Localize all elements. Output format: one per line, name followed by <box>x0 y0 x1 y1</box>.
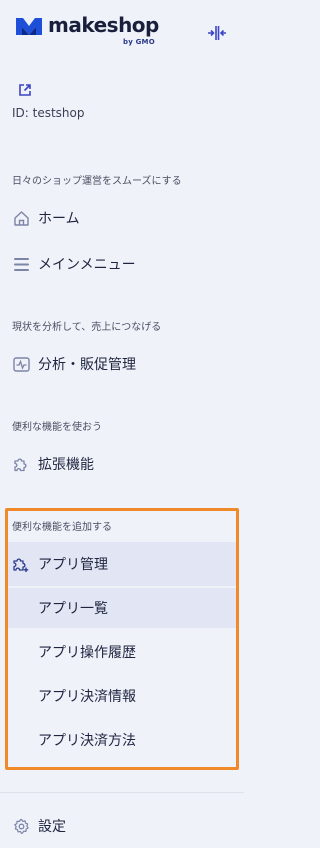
section-title-apps: 便利な機能を追加する <box>12 522 112 533</box>
collapse-icon <box>208 26 226 40</box>
section-title-analysis: 現状を分析して、売上につなげる <box>12 322 162 333</box>
nav-subitem-app-payment-method[interactable]: アプリ決済方法 <box>8 720 236 760</box>
nav-subitem-app-payment-info[interactable]: アプリ決済情報 <box>8 676 236 716</box>
nav-item-settings[interactable]: 設定 <box>0 804 244 848</box>
collapse-sidebar-button[interactable] <box>206 22 228 44</box>
section-title-daily: 日々のショップ運営をスムーズにする <box>12 176 182 187</box>
external-link-icon[interactable] <box>17 82 33 98</box>
nav-subitem-app-payment-info-label: アプリ決済情報 <box>38 689 136 705</box>
nav-item-app-manage-label: アプリ管理 <box>38 557 108 573</box>
nav-subitem-app-payment-method-label: アプリ決済方法 <box>38 733 136 749</box>
home-icon <box>12 209 30 227</box>
nav-item-home-label: ホーム <box>38 211 80 227</box>
nav-item-home[interactable]: ホーム <box>0 196 244 240</box>
shop-id: ID: testshop <box>12 106 85 120</box>
makeshop-logo-icon <box>16 18 42 35</box>
brand-logo[interactable]: makeshop by GMO <box>16 12 230 48</box>
nav-item-main-menu[interactable]: メインメニュー <box>0 242 244 286</box>
chart-icon <box>12 355 30 373</box>
brand-name: makeshop <box>48 13 159 37</box>
puzzle-icon <box>12 455 30 473</box>
nav-item-settings-label: 設定 <box>38 819 66 835</box>
nav-subitem-app-list-label: アプリ一覧 <box>38 601 108 617</box>
nav-item-app-manage[interactable]: アプリ管理 <box>8 542 236 586</box>
nav-subitem-app-list[interactable]: アプリ一覧 <box>8 588 236 628</box>
menu-icon <box>12 255 30 273</box>
nav-item-extensions[interactable]: 拡張機能 <box>0 442 244 486</box>
nav-subitem-app-history-label: アプリ操作履歴 <box>38 645 136 661</box>
puzzle-plus-icon <box>12 555 30 573</box>
nav-item-extensions-label: 拡張機能 <box>38 457 94 473</box>
brand-sub: by GMO <box>123 38 155 46</box>
nav-item-analytics[interactable]: 分析・販促管理 <box>0 342 244 386</box>
footer-divider <box>0 792 244 793</box>
nav-item-analytics-label: 分析・販促管理 <box>38 357 136 373</box>
section-title-features: 便利な機能を使おう <box>12 422 102 433</box>
nav-item-main-menu-label: メインメニュー <box>38 257 136 273</box>
nav-subitem-app-history[interactable]: アプリ操作履歴 <box>8 632 236 672</box>
gear-icon <box>12 817 30 835</box>
